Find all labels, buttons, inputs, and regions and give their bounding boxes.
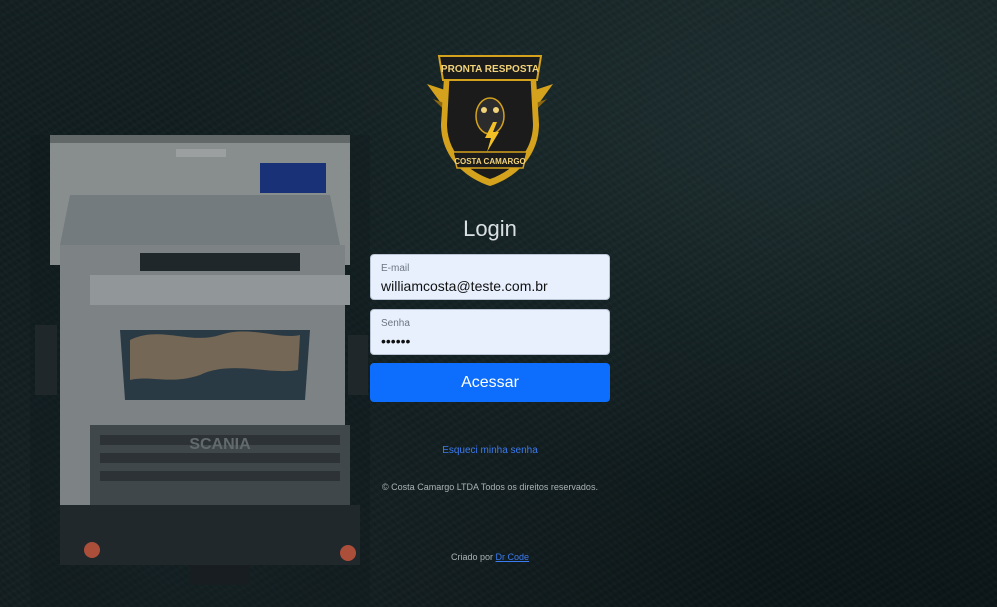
forgot-password-link[interactable]: Esqueci minha senha: [370, 445, 610, 456]
email-label: E-mail: [381, 263, 410, 274]
logo-bottom-text: COSTA CAMARGO: [454, 157, 526, 166]
company-logo: PRONTA RESPOSTA COSTA CAMARGO: [417, 44, 563, 190]
login-panel: PRONTA RESPOSTA COSTA CAMARGO Login E-ma…: [370, 0, 610, 607]
password-field[interactable]: Senha ••••••: [370, 309, 610, 355]
password-label: Senha: [381, 318, 410, 329]
login-button[interactable]: Acessar: [370, 363, 610, 402]
credit-prefix: Criado por: [450, 552, 493, 562]
page-title: Login: [463, 216, 517, 241]
creator-link[interactable]: Dr Code: [496, 552, 530, 562]
credit-line: Criado por Dr Code: [370, 552, 610, 562]
email-input[interactable]: williamcosta@teste.com.br: [381, 277, 599, 295]
email-field[interactable]: E-mail williamcosta@teste.com.br: [370, 254, 610, 300]
password-input[interactable]: ••••••: [381, 332, 599, 350]
logo-top-text: PRONTA RESPOSTA: [441, 64, 539, 75]
copyright-text: © Costa Camargo LTDA Todos os direitos r…: [382, 482, 598, 492]
truck-image: SCANIA: [30, 135, 370, 607]
